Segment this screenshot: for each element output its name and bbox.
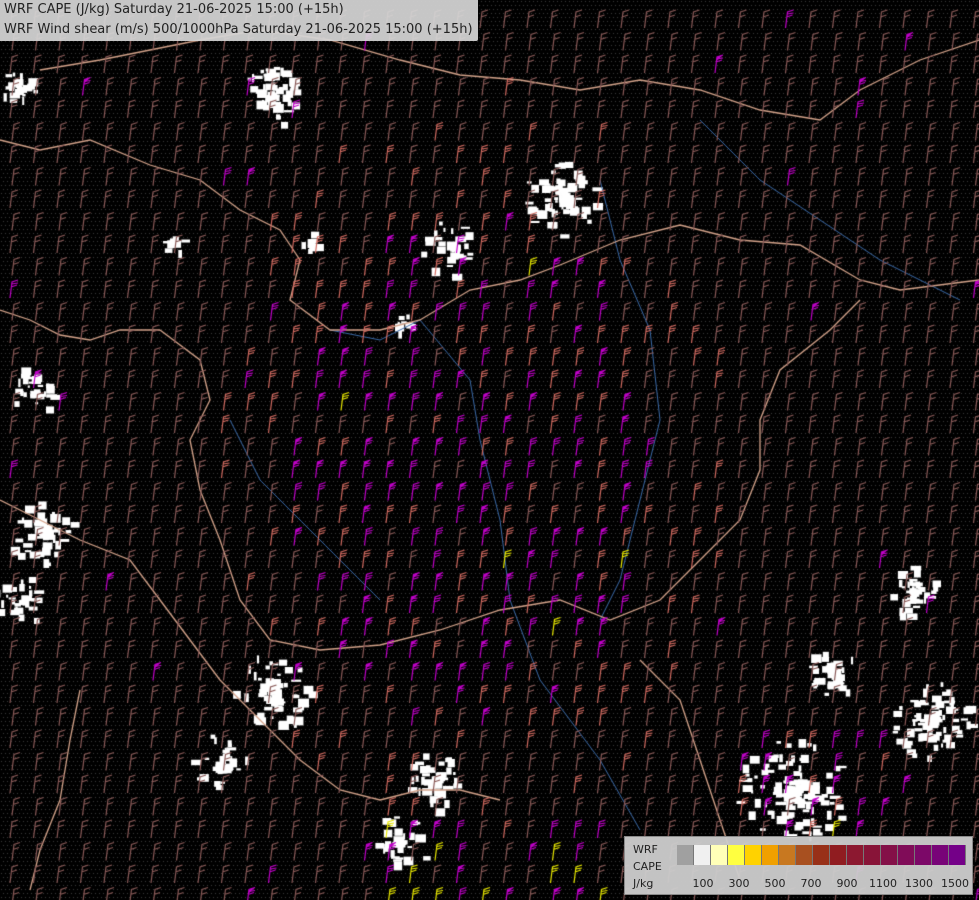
legend-swatch bbox=[677, 845, 694, 865]
cape-legend: WRF CAPE J/kg 100 300 500 700 900 1100 1300 150… bbox=[624, 836, 973, 895]
legend-tick: 500 bbox=[764, 877, 786, 890]
legend-label-cape: CAPE bbox=[633, 860, 662, 873]
legend-label-wrf: WRF bbox=[633, 843, 658, 856]
legend-tick: 1500 bbox=[941, 877, 969, 890]
legend-tick-labels: 100 300 500 700 900 1100 1300 1500 bbox=[677, 877, 970, 891]
legend-swatch bbox=[728, 845, 745, 865]
legend-swatch bbox=[881, 845, 898, 865]
map-title-box: WRF CAPE (J/kg) Saturday 21-06-2025 15:0… bbox=[0, 0, 478, 41]
legend-swatch bbox=[694, 845, 711, 865]
legend-swatch bbox=[864, 845, 881, 865]
legend-color-scale bbox=[677, 845, 966, 865]
legend-swatch bbox=[915, 845, 932, 865]
legend-swatch bbox=[711, 845, 728, 865]
legend-tick: 300 bbox=[728, 877, 750, 890]
legend-swatch bbox=[830, 845, 847, 865]
legend-swatch bbox=[898, 845, 915, 865]
legend-tick: 1100 bbox=[869, 877, 897, 890]
legend-tick: 1300 bbox=[905, 877, 933, 890]
legend-swatch bbox=[932, 845, 949, 865]
legend-swatch bbox=[949, 845, 966, 865]
legend-swatch bbox=[813, 845, 830, 865]
legend-tick: 100 bbox=[692, 877, 714, 890]
legend-tick: 700 bbox=[800, 877, 822, 890]
legend-label-unit: J/kg bbox=[633, 877, 654, 890]
legend-swatch bbox=[762, 845, 779, 865]
legend-swatch bbox=[745, 845, 762, 865]
legend-tick: 900 bbox=[836, 877, 858, 890]
wind-shear-title: WRF Wind shear (m/s) 500/1000hPa Saturda… bbox=[4, 22, 473, 37]
legend-swatch bbox=[779, 845, 796, 865]
cape-shear-map bbox=[0, 0, 979, 900]
cape-title: WRF CAPE (J/kg) Saturday 21-06-2025 15:0… bbox=[4, 2, 344, 17]
legend-swatch bbox=[796, 845, 813, 865]
legend-swatch bbox=[847, 845, 864, 865]
